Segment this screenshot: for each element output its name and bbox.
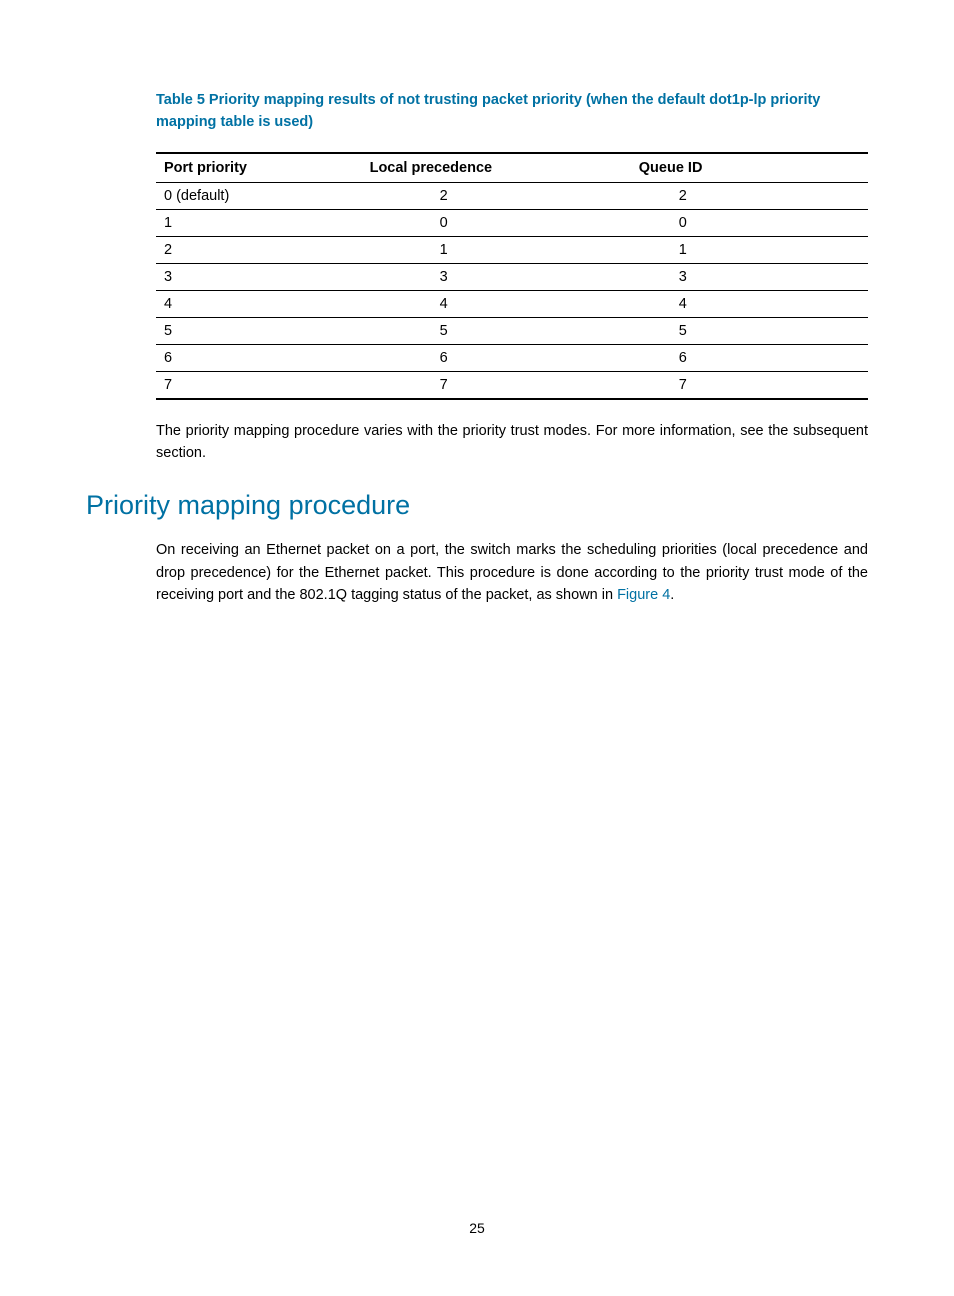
cell-queue-id: 3 <box>619 263 868 290</box>
table-body: 0 (default) 2 2 1 0 0 2 1 1 3 3 3 4 4 4 … <box>156 182 868 399</box>
cell-port-priority: 6 <box>156 344 370 371</box>
header-local-precedence: Local precedence <box>370 153 619 183</box>
cell-local-precedence: 2 <box>370 182 619 209</box>
paragraph-after-table: The priority mapping procedure varies wi… <box>156 420 868 465</box>
cell-port-priority: 1 <box>156 209 370 236</box>
cell-queue-id: 2 <box>619 182 868 209</box>
paragraph-text-part2: . <box>670 587 674 603</box>
table-row: 0 (default) 2 2 <box>156 182 868 209</box>
priority-mapping-table: Port priority Local precedence Queue ID … <box>156 152 868 400</box>
table-row: 5 5 5 <box>156 317 868 344</box>
table-row: 6 6 6 <box>156 344 868 371</box>
cell-local-precedence: 7 <box>370 371 619 399</box>
table-row: 7 7 7 <box>156 371 868 399</box>
cell-queue-id: 6 <box>619 344 868 371</box>
page-number: 25 <box>0 1220 954 1236</box>
cell-local-precedence: 6 <box>370 344 619 371</box>
paragraph-body: On receiving an Ethernet packet on a por… <box>156 539 868 606</box>
paragraph-text-part1: On receiving an Ethernet packet on a por… <box>156 542 868 603</box>
figure-link[interactable]: Figure 4 <box>617 587 670 603</box>
table-row: 3 3 3 <box>156 263 868 290</box>
cell-port-priority: 7 <box>156 371 370 399</box>
table-caption: Table 5 Priority mapping results of not … <box>156 90 868 134</box>
cell-queue-id: 1 <box>619 236 868 263</box>
table-header-row: Port priority Local precedence Queue ID <box>156 153 868 183</box>
cell-port-priority: 5 <box>156 317 370 344</box>
cell-local-precedence: 5 <box>370 317 619 344</box>
cell-port-priority: 4 <box>156 290 370 317</box>
cell-local-precedence: 4 <box>370 290 619 317</box>
cell-queue-id: 5 <box>619 317 868 344</box>
cell-local-precedence: 1 <box>370 236 619 263</box>
header-port-priority: Port priority <box>156 153 370 183</box>
cell-local-precedence: 0 <box>370 209 619 236</box>
cell-queue-id: 0 <box>619 209 868 236</box>
table-row: 1 0 0 <box>156 209 868 236</box>
cell-port-priority: 3 <box>156 263 370 290</box>
cell-port-priority: 0 (default) <box>156 182 370 209</box>
section-heading: Priority mapping procedure <box>86 490 868 521</box>
header-queue-id: Queue ID <box>619 153 868 183</box>
cell-local-precedence: 3 <box>370 263 619 290</box>
table-row: 4 4 4 <box>156 290 868 317</box>
table-row: 2 1 1 <box>156 236 868 263</box>
cell-queue-id: 7 <box>619 371 868 399</box>
cell-queue-id: 4 <box>619 290 868 317</box>
cell-port-priority: 2 <box>156 236 370 263</box>
